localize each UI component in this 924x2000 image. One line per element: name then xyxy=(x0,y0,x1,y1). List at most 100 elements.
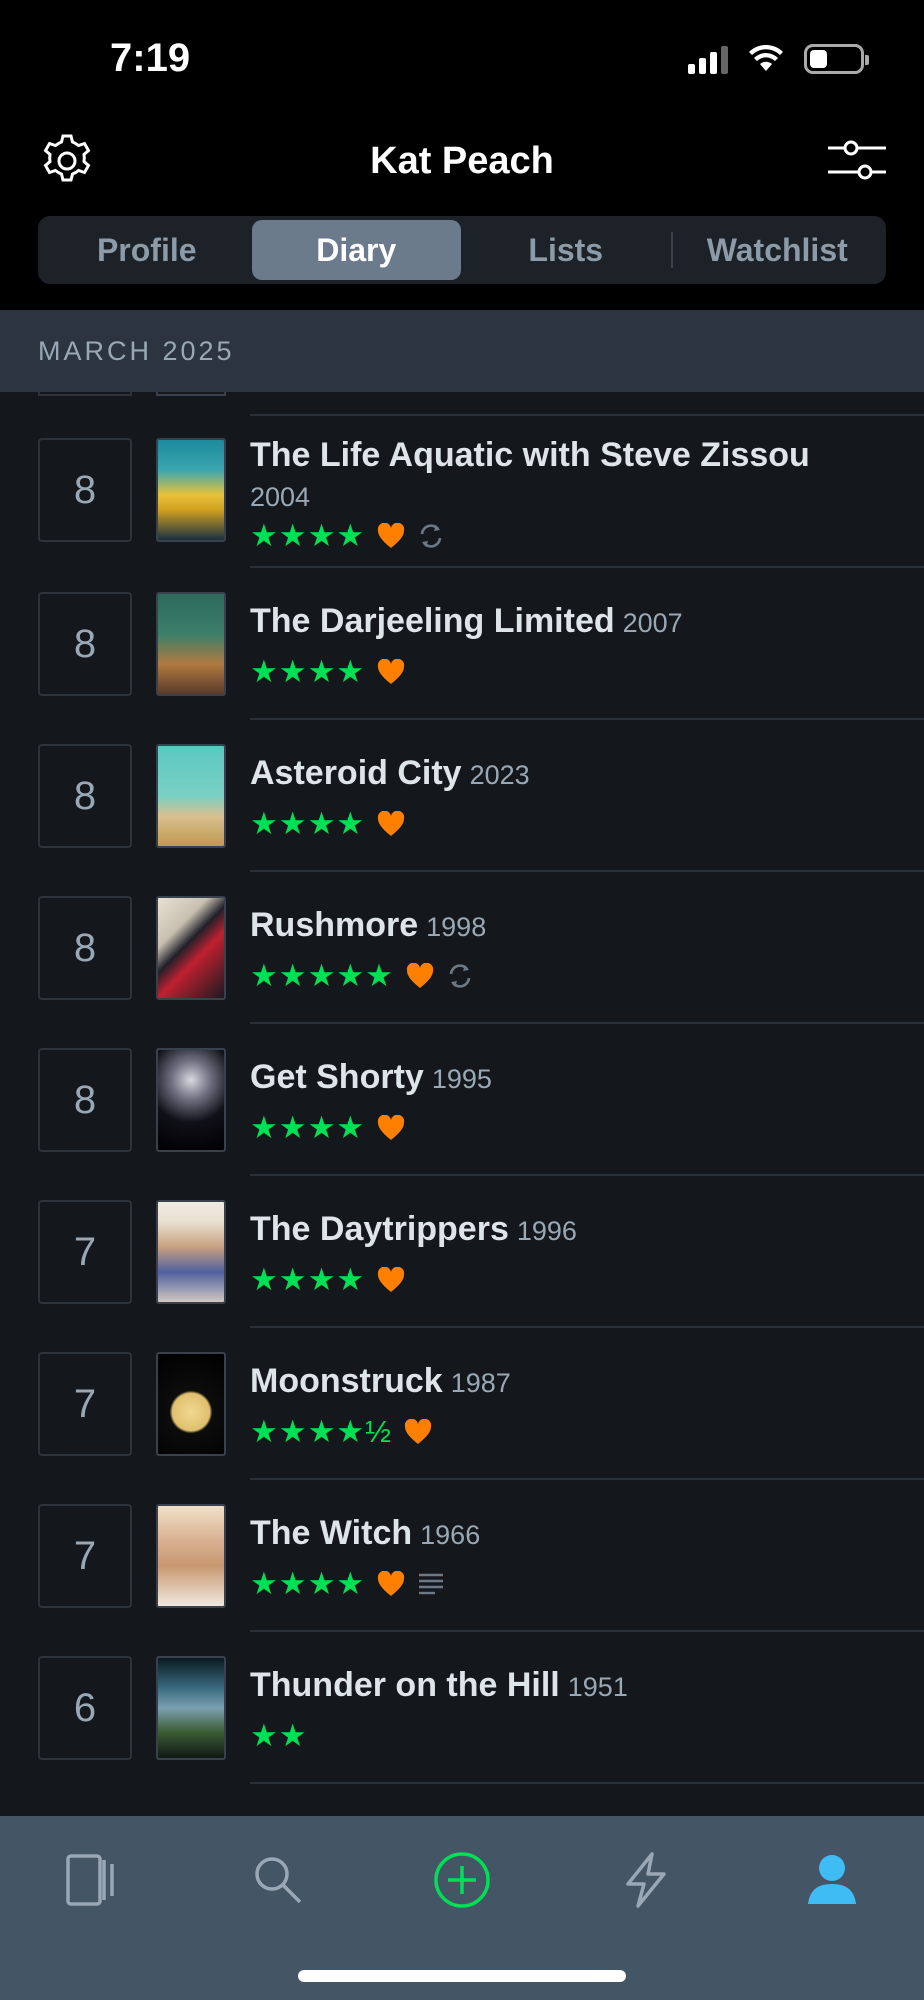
wifi-icon xyxy=(749,45,783,71)
films-icon[interactable] xyxy=(60,1848,124,1912)
poster-image[interactable] xyxy=(156,1200,226,1304)
film-title[interactable]: Asteroid City 2023 xyxy=(250,754,530,793)
entry-meta: ★★★★ xyxy=(250,1566,445,1602)
heart-icon xyxy=(378,1571,405,1596)
heart-icon xyxy=(378,811,405,836)
film-title[interactable]: Moonstruck 1987 xyxy=(250,1362,511,1401)
film-title[interactable]: The Life Aquatic with Steve Zissou xyxy=(250,436,810,475)
diary-entry[interactable]: 8 Get Shorty 1995 ★★★★ xyxy=(0,1024,924,1176)
film-title[interactable]: The Darjeeling Limited 2007 xyxy=(250,602,683,641)
star-rating: ★★ xyxy=(250,1718,308,1753)
film-year: 1996 xyxy=(516,1216,577,1246)
day-number: 7 xyxy=(38,1504,132,1608)
entry-meta: ★★★★ xyxy=(250,1262,405,1298)
row-divider xyxy=(250,1782,924,1784)
diary-entry[interactable]: 7 The Witch 1966 ★★★★ xyxy=(0,1480,924,1632)
month-section-header: MARCH 2025 xyxy=(0,310,924,392)
entry-meta: ★★★★★ xyxy=(250,958,474,994)
tab-lists[interactable]: Lists xyxy=(461,220,671,280)
heart-icon xyxy=(406,963,434,988)
activity-icon[interactable] xyxy=(614,1848,678,1912)
diary-entry[interactable]: 8 The Darjeeling Limited 2007 ★★★★ xyxy=(0,568,924,720)
month-title: MARCH 2025 xyxy=(38,336,235,366)
day-number: 8 xyxy=(38,744,132,848)
diary-entry[interactable]: 8 Asteroid City 2023 ★★★★ xyxy=(0,720,924,872)
profile-icon[interactable] xyxy=(800,1848,864,1912)
poster-image[interactable] xyxy=(156,592,226,696)
rewatch-icon xyxy=(420,524,442,548)
film-title[interactable]: Get Shorty 1995 xyxy=(250,1058,492,1097)
diary-entry[interactable]: 7 The Daytrippers 1996 ★★★★ xyxy=(0,1176,924,1328)
search-icon[interactable] xyxy=(246,1848,310,1912)
film-title[interactable]: Thunder on the Hill 1951 xyxy=(250,1666,628,1705)
film-year: 1951 xyxy=(567,1672,628,1702)
entry-meta: ★★★★ xyxy=(250,518,445,554)
film-year: 1998 xyxy=(426,912,487,942)
star-rating: ★★★★ xyxy=(250,518,366,553)
heart-icon xyxy=(378,1115,405,1140)
star-rating: ★★★★½ xyxy=(250,1414,393,1449)
star-rating: ★★★★ xyxy=(250,1262,366,1297)
page-title: Kat Peach xyxy=(370,140,554,182)
day-number: 8 xyxy=(38,592,132,696)
day-number: 7 xyxy=(38,1352,132,1456)
star-rating: ★★★★ xyxy=(250,1110,366,1145)
review-icon xyxy=(419,1573,444,1595)
diary-entry[interactable]: 7 Moonstruck 1987 ★★★★½ xyxy=(0,1328,924,1480)
poster-image[interactable] xyxy=(156,1504,226,1608)
rewatch-icon xyxy=(449,964,471,988)
film-year: 2023 xyxy=(469,760,530,790)
home-indicator[interactable] xyxy=(298,1970,626,1982)
day-number: 8 xyxy=(38,438,132,542)
film-title[interactable]: The Witch 1966 xyxy=(250,1514,480,1553)
entry-meta: ★★ xyxy=(250,1718,308,1754)
poster-image[interactable] xyxy=(156,1048,226,1152)
heart-icon xyxy=(378,523,405,548)
film-year: 1987 xyxy=(450,1368,511,1398)
cellular-signal-icon xyxy=(688,44,728,74)
star-rating: ★★★★★ xyxy=(250,958,394,993)
status-icons xyxy=(688,44,869,74)
film-year: 1966 xyxy=(420,1520,481,1550)
day-number: 7 xyxy=(38,1200,132,1304)
poster-image[interactable] xyxy=(156,896,226,1000)
entry-meta: ★★★★½ xyxy=(250,1414,432,1450)
battery-icon xyxy=(804,44,869,74)
status-bar: 7:19 xyxy=(0,0,924,120)
film-year: 1995 xyxy=(431,1064,492,1094)
day-number: 6 xyxy=(38,1656,132,1760)
profile-tabs: Profile Diary Lists Watchlist xyxy=(38,216,886,284)
heart-icon xyxy=(404,1419,432,1444)
poster-image[interactable] xyxy=(156,1352,226,1456)
film-year: 2004 xyxy=(250,482,311,512)
tab-profile[interactable]: Profile xyxy=(42,220,252,280)
film-title[interactable]: The Daytrippers 1996 xyxy=(250,1210,577,1249)
entry-meta: ★★★★ xyxy=(250,1110,405,1146)
partial-poster xyxy=(156,392,226,396)
poster-image[interactable] xyxy=(156,1656,226,1760)
star-rating: ★★★★ xyxy=(250,654,366,689)
status-time: 7:19 xyxy=(110,36,191,80)
profile-header: Kat Peach Profile Diary Lists Watchlist xyxy=(0,120,924,310)
add-icon[interactable] xyxy=(430,1848,494,1912)
diary-entry[interactable]: 8 Rushmore 1998 ★★★★★ xyxy=(0,872,924,1024)
diary-list[interactable]: 8 The Life Aquatic with Steve Zissou 200… xyxy=(0,392,924,1816)
film-year: 2007 xyxy=(622,608,683,638)
entry-meta: ★★★★ xyxy=(250,654,405,690)
partial-day-box xyxy=(38,392,132,396)
star-rating: ★★★★ xyxy=(250,806,366,841)
heart-icon xyxy=(378,1267,405,1292)
diary-entry[interactable]: 6 Thunder on the Hill 1951 ★★ xyxy=(0,1632,924,1784)
day-number: 8 xyxy=(38,1048,132,1152)
tab-watchlist[interactable]: Watchlist xyxy=(673,220,883,280)
star-rating: ★★★★ xyxy=(250,1566,366,1601)
poster-image[interactable] xyxy=(156,438,226,542)
poster-image[interactable] xyxy=(156,744,226,848)
diary-entry[interactable]: 8 The Life Aquatic with Steve Zissou 200… xyxy=(0,416,924,568)
tab-diary[interactable]: Diary xyxy=(251,220,461,280)
film-title[interactable]: Rushmore 1998 xyxy=(250,906,486,945)
day-number: 8 xyxy=(38,896,132,1000)
filter-sliders-icon[interactable] xyxy=(826,136,888,186)
heart-icon xyxy=(378,659,405,684)
entry-meta: ★★★★ xyxy=(250,806,405,842)
